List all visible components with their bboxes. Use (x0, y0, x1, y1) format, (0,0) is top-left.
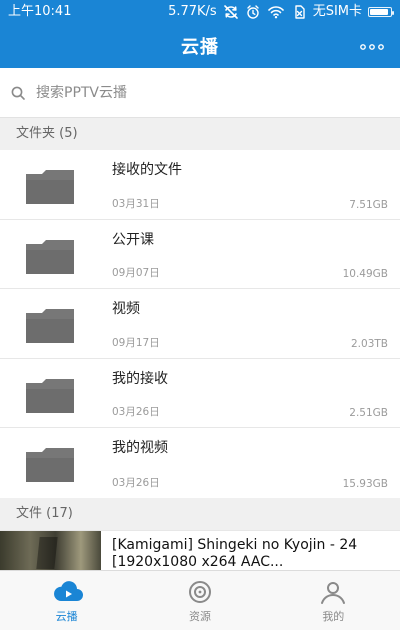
folder-item-received-files[interactable]: 接收的文件 03月31日 7.51GB (0, 150, 400, 220)
search-icon (10, 85, 26, 101)
file-item[interactable]: [Kamigami] Shingeki no Kyojin - 24 [1920… (0, 530, 400, 571)
search-bar[interactable] (0, 68, 400, 118)
files-section-header: 文件 (17) (0, 498, 400, 530)
folder-item-video[interactable]: 视频 09月17日 2.03TB (0, 289, 400, 359)
resource-icon (183, 579, 217, 605)
status-right: 5.77K/s 无SIM卡 (168, 0, 394, 24)
more-icon (359, 37, 385, 56)
status-bar: 上午10:41 5.77K/s 无SIM卡 (0, 0, 400, 24)
top-app-bar: 上午10:41 5.77K/s 无SIM卡 云播 (0, 0, 400, 68)
sim-icon (291, 0, 307, 24)
folder-size: 7.51GB (349, 198, 388, 211)
sync-off-icon (223, 0, 239, 24)
folder-icon (24, 375, 76, 415)
search-input[interactable] (34, 78, 374, 107)
folder-name: 我的接收 (112, 370, 168, 387)
folder-size: 10.49GB (342, 268, 388, 281)
more-button[interactable] (358, 36, 386, 56)
sim-status: 无SIM卡 (312, 4, 362, 19)
file-title: [Kamigami] Shingeki no Kyojin - 24 [1920… (112, 537, 358, 570)
nav-tab-profile[interactable]: 我的 (267, 571, 400, 630)
folder-size: 2.51GB (349, 407, 388, 420)
nav-tab-cloud-play[interactable]: 云播 (0, 571, 133, 630)
folder-name: 公开课 (112, 231, 154, 248)
wifi-icon (267, 0, 285, 24)
folder-icon (24, 305, 76, 345)
folder-size: 2.03TB (351, 337, 388, 350)
folder-list: 接收的文件 03月31日 7.51GB 公开课 09月07日 10.49GB 视… (0, 150, 400, 498)
nav-label: 云播 (55, 610, 78, 623)
page-title: 云播 (181, 37, 219, 58)
folder-name: 我的视频 (112, 440, 168, 457)
network-speed: 5.77K/s (168, 4, 217, 19)
nav-label: 资源 (188, 610, 211, 623)
folder-icon (24, 444, 76, 484)
folder-date: 09月07日 (112, 267, 160, 280)
folder-icon (24, 166, 76, 206)
folder-date: 03月26日 (112, 476, 160, 489)
folder-item-my-videos[interactable]: 我的视频 03月26日 15.93GB (0, 428, 400, 498)
folder-date: 09月17日 (112, 336, 160, 349)
alarm-icon (245, 0, 261, 24)
bottom-navigation: 云播 资源 我的 (0, 570, 400, 630)
folder-date: 03月26日 (112, 406, 160, 419)
video-thumbnail (0, 531, 101, 571)
folders-section-header: 文件夹 (5) (0, 118, 400, 150)
user-icon (316, 579, 350, 605)
nav-label: 我的 (322, 610, 345, 623)
folder-date: 03月31日 (112, 197, 160, 210)
folder-name: 视频 (112, 301, 140, 318)
title-bar: 云播 (0, 24, 400, 68)
battery-icon (368, 7, 394, 17)
folder-name: 接收的文件 (112, 162, 182, 178)
folder-item-my-received[interactable]: 我的接收 03月26日 2.51GB (0, 358, 400, 429)
folder-item-open-course[interactable]: 公开课 09月07日 10.49GB (0, 219, 400, 290)
battery-level-fill (370, 9, 388, 15)
folder-size: 15.93GB (342, 477, 388, 490)
app-root: 上午10:41 5.77K/s 无SIM卡 云播 搜索PPTV云播 文件夹 (5… (0, 0, 400, 630)
cloud-play-icon (50, 579, 84, 605)
status-time: 上午10:41 (8, 4, 72, 19)
nav-tab-resources[interactable]: 资源 (133, 571, 266, 630)
folder-icon (24, 236, 76, 276)
